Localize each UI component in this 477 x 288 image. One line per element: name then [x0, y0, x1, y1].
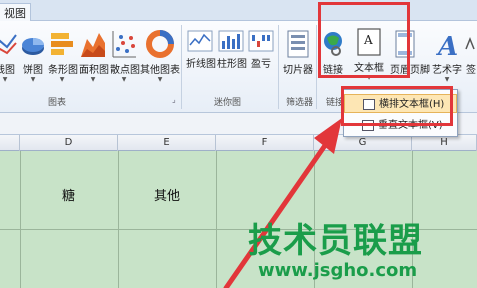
watermark-title: 技术员联盟 — [248, 221, 423, 261]
watermark-url: www.jsgho.com — [258, 260, 418, 281]
